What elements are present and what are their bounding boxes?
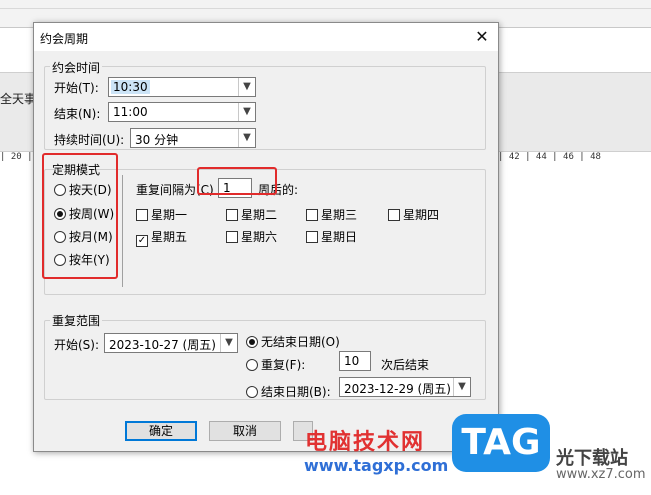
weekday-checkbox-sat[interactable]: 星期六	[226, 228, 277, 245]
duration-value: 30 分钟	[135, 133, 179, 147]
radio-icon[interactable]	[54, 184, 66, 196]
checkbox-icon[interactable]	[306, 209, 318, 221]
end-time-label: 结束(N):	[54, 107, 101, 121]
pattern-option-monthly[interactable]: 按月(M)	[54, 228, 113, 245]
highlight-box-interval	[197, 167, 277, 195]
radio-selected-icon[interactable]	[246, 336, 258, 348]
recurrence-pattern-group-label: 定期模式	[52, 163, 101, 177]
checkbox-icon[interactable]	[388, 209, 400, 221]
end-time-combo[interactable]: 11:00 ▼	[108, 102, 256, 122]
pattern-option-label: 按月(M)	[69, 230, 113, 244]
radio-icon[interactable]	[54, 254, 66, 266]
start-time-value: 10:30	[111, 80, 150, 94]
watermark-site-name: 电脑技术网	[305, 430, 426, 455]
weekday-checkbox-sun[interactable]: 星期日	[306, 228, 357, 245]
background-allday-label: 全天事	[0, 92, 37, 106]
tag-logo-icon: TAG	[452, 414, 550, 472]
checkbox-icon[interactable]	[226, 209, 238, 221]
checkbox-checked-icon[interactable]: ✓	[136, 235, 148, 247]
checkbox-icon[interactable]	[306, 231, 318, 243]
range-repeat-label: 重复(F):	[261, 358, 306, 372]
pattern-option-label: 按天(D)	[69, 183, 112, 197]
cancel-button[interactable]: 取消	[209, 421, 281, 441]
weekday-checkbox-wed[interactable]: 星期三	[306, 206, 357, 223]
range-start-value: 2023-10-27 (周五)	[109, 338, 216, 352]
pattern-option-label: 按周(W)	[69, 207, 115, 221]
weekday-label: 星期日	[321, 230, 358, 244]
background-divider	[0, 8, 651, 9]
weekday-label: 星期六	[241, 230, 278, 244]
weekday-label: 星期三	[321, 208, 358, 222]
start-time-label: 开始(T):	[54, 81, 99, 95]
checkbox-icon[interactable]	[226, 231, 238, 243]
repeat-suffix-label: 次后结束	[381, 358, 430, 372]
ok-button[interactable]: 确定	[125, 421, 197, 441]
recurrence-dialog: 约会周期 ✕ 约会时间 开始(T): 10:30 ▼ 结束(N): 11:00 …	[33, 22, 499, 452]
chevron-down-icon[interactable]: ▼	[238, 103, 255, 121]
recurrence-range-group-label: 重复范围	[50, 312, 103, 329]
repeat-count-input[interactable]: 10	[339, 351, 371, 371]
checkbox-icon[interactable]	[136, 209, 148, 221]
background-ruler-left: | 20 |	[0, 152, 33, 162]
dialog-titlebar: 约会周期 ✕	[34, 23, 498, 51]
radio-icon[interactable]	[246, 386, 258, 398]
watermark-partner-url: www.xz7.com	[556, 467, 646, 482]
range-start-label: 开始(S):	[54, 338, 100, 352]
weekday-label: 星期五	[151, 230, 188, 244]
range-end-date-combo[interactable]: 2023-12-29 (周五) ▼	[339, 377, 471, 397]
duration-combo[interactable]: 30 分钟 ▼	[130, 128, 256, 148]
weekday-checkbox-tue[interactable]: 星期二	[226, 206, 277, 223]
range-end-date-value: 2023-12-29 (周五)	[344, 382, 451, 396]
weekday-checkbox-thu[interactable]: 星期四	[388, 206, 439, 223]
radio-icon[interactable]	[54, 231, 66, 243]
radio-icon[interactable]	[246, 359, 258, 371]
weekday-label: 星期四	[403, 208, 440, 222]
chevron-down-icon[interactable]: ▼	[238, 129, 255, 147]
weekday-checkbox-mon[interactable]: 星期一	[136, 206, 187, 223]
appointment-time-group-label: 约会时间	[50, 59, 103, 76]
radio-selected-icon[interactable]	[54, 208, 66, 220]
pattern-option-weekly[interactable]: 按周(W)	[54, 205, 114, 222]
weekday-label: 星期二	[241, 208, 278, 222]
pattern-option-yearly[interactable]: 按年(Y)	[54, 251, 110, 268]
weekday-checkbox-fri[interactable]: ✓ 星期五	[136, 228, 187, 247]
close-icon[interactable]: ✕	[470, 25, 494, 49]
range-end-date-option[interactable]: 结束日期(B):	[246, 383, 331, 400]
weekday-label: 星期一	[151, 208, 188, 222]
range-no-end-option[interactable]: 无结束日期(O)	[246, 333, 340, 350]
chevron-down-icon[interactable]: ▼	[453, 378, 470, 396]
chevron-down-icon[interactable]: ▼	[238, 78, 255, 96]
chevron-down-icon[interactable]: ▼	[220, 334, 237, 352]
range-repeat-option[interactable]: 重复(F):	[246, 356, 305, 373]
pattern-option-daily[interactable]: 按天(D)	[54, 181, 112, 198]
range-start-combo[interactable]: 2023-10-27 (周五) ▼	[104, 333, 238, 353]
dialog-title: 约会周期	[40, 32, 89, 46]
start-time-combo[interactable]: 10:30 ▼	[108, 77, 256, 97]
pattern-option-label: 按年(Y)	[69, 253, 110, 267]
watermark-url: www.tagxp.com	[304, 456, 449, 475]
range-end-date-label: 结束日期(B):	[261, 385, 331, 399]
duration-label: 持续时间(U):	[54, 133, 125, 147]
background-ruler-right: | 42 | 44 | 46 | 48	[498, 152, 601, 162]
end-time-value: 11:00	[113, 105, 148, 119]
range-no-end-label: 无结束日期(O)	[261, 335, 340, 349]
pattern-separator	[122, 175, 123, 287]
